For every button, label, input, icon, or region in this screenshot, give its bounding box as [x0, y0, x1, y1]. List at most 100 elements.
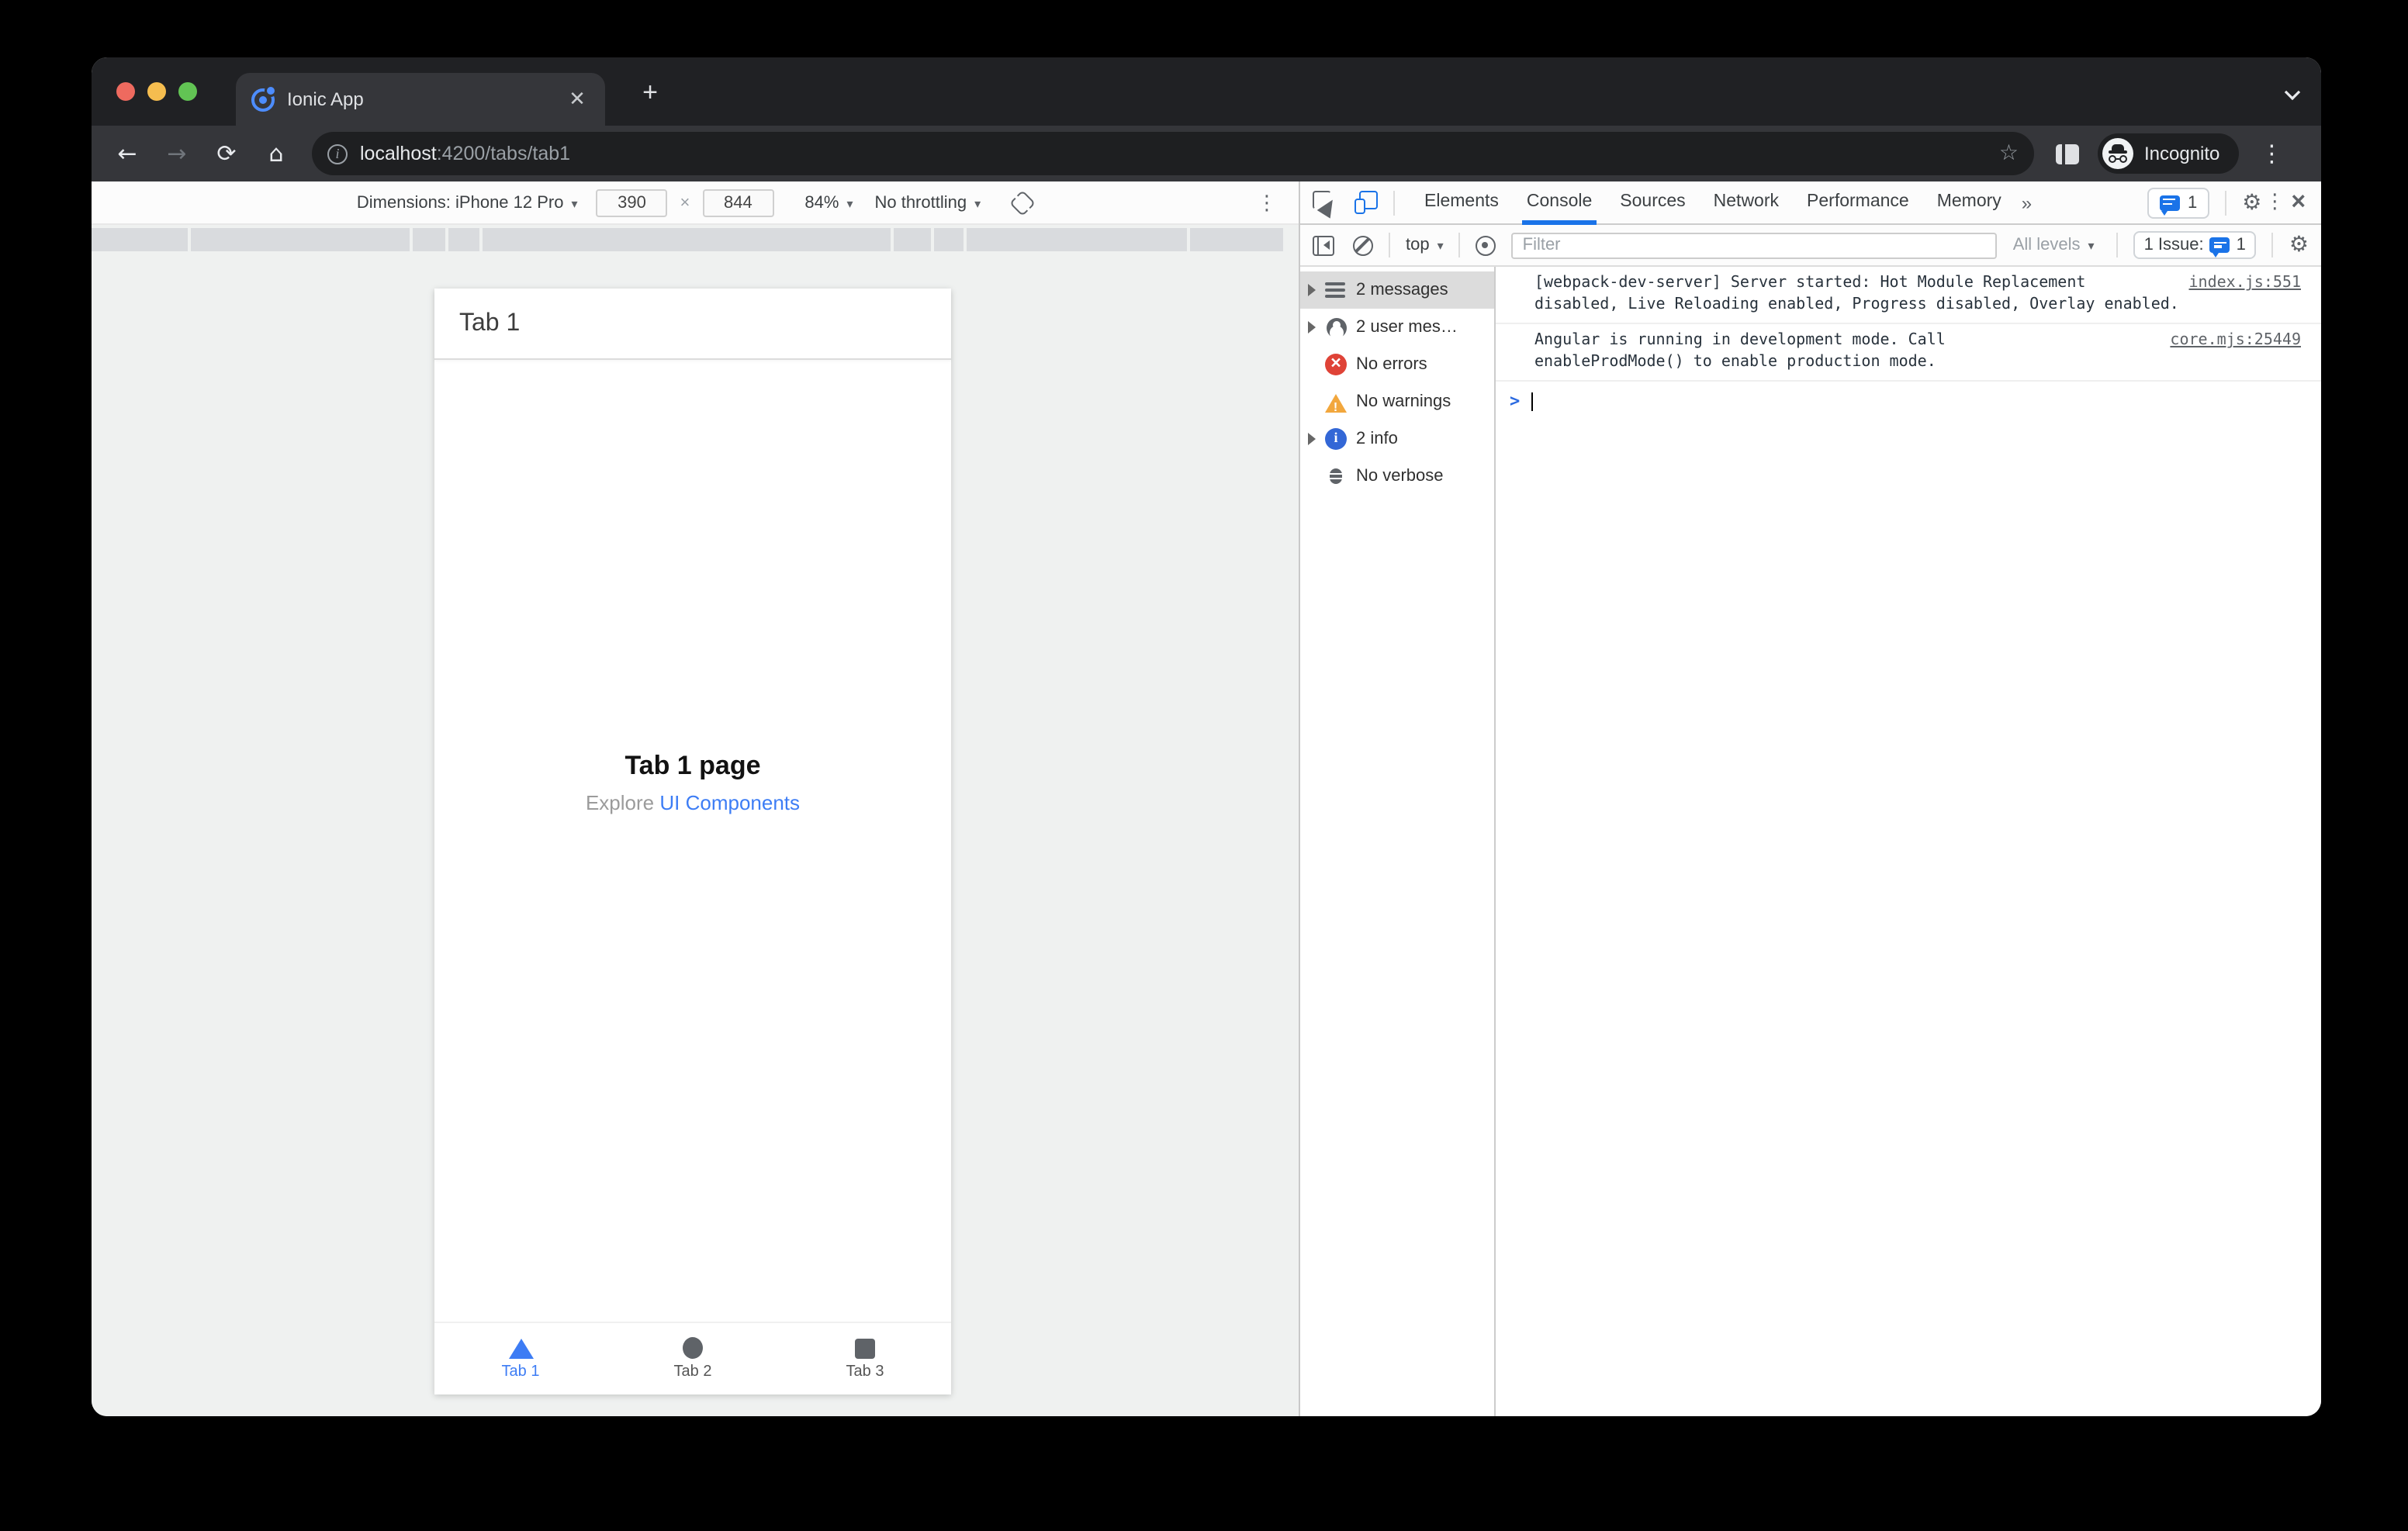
expand-caret-icon[interactable]	[1308, 433, 1322, 445]
issues-bubble-icon	[2159, 195, 2180, 215]
devtools-menu-icon[interactable]: ⋮	[2264, 191, 2285, 214]
app-tab-label: Tab 2	[673, 1363, 712, 1381]
emulated-viewport: Tab 1 Tab 1 page Explore UI Components T…	[434, 289, 951, 1394]
sidebar-item-label: 2 messages	[1356, 281, 1448, 299]
console-message[interactable]: core.mjs:25449 Angular is running in dev…	[1496, 324, 2321, 382]
sidebar-item-all-messages[interactable]: 2 messages	[1300, 271, 1494, 309]
tab-elements[interactable]: Elements	[1410, 181, 1513, 224]
clear-console-icon[interactable]	[1353, 235, 1373, 255]
issues-button[interactable]: 1	[2147, 187, 2210, 218]
app-header: Tab 1	[434, 289, 951, 360]
divider	[1458, 233, 1461, 257]
minimize-window-button[interactable]	[147, 82, 166, 101]
page-subtitle: Explore UI Components	[585, 791, 801, 814]
device-toolbar-toggle-icon[interactable]	[1354, 191, 1378, 214]
browser-menu-icon[interactable]: ⋮	[2260, 140, 2283, 168]
console-settings-gear-icon[interactable]: ⚙	[2289, 233, 2309, 257]
console-toolbar: top▾ All levels▾ 1 Issue: 1 ⚙	[1300, 225, 2321, 267]
rotate-device-icon[interactable]	[1012, 192, 1033, 213]
console-filter-input[interactable]	[1511, 232, 1998, 258]
app-tab-bar: Tab 1 Tab 2 Tab 3	[434, 1322, 951, 1394]
new-tab-button[interactable]: +	[631, 76, 669, 113]
sidebar-item-warnings[interactable]: ! No warnings	[1300, 383, 1494, 420]
expand-caret-icon[interactable]	[1308, 284, 1322, 296]
dimensions-dropdown[interactable]: Dimensions: iPhone 12 Pro ▾	[357, 193, 578, 212]
settings-gear-icon[interactable]: ⚙	[2242, 190, 2261, 215]
back-button[interactable]: ←	[107, 133, 147, 174]
divider	[1389, 233, 1390, 257]
window-controls	[116, 82, 197, 101]
tab-console[interactable]: Console	[1513, 181, 1606, 224]
dimensions-times: ×	[680, 193, 690, 212]
app-tab-1[interactable]: Tab 1	[434, 1323, 607, 1394]
device-toolbar-menu-icon[interactable]: ⋮	[1257, 192, 1277, 216]
url-path: :4200/tabs/tab1	[436, 143, 571, 164]
device-height-input[interactable]: 844	[702, 188, 774, 216]
devtools-panel: Elements Console Sources Network Perform…	[1299, 181, 2321, 1416]
divider	[2225, 190, 2227, 215]
app-header-title: Tab 1	[459, 309, 521, 336]
reload-button[interactable]: ⟳	[206, 133, 247, 174]
inspect-element-icon[interactable]	[1313, 191, 1340, 219]
tab-title: Ionic App	[287, 88, 364, 110]
throttling-dropdown[interactable]: No throttling ▾	[874, 193, 981, 212]
live-expression-eye-icon[interactable]	[1476, 235, 1496, 255]
zoom-window-button[interactable]	[178, 82, 197, 101]
triangle-icon	[508, 1338, 533, 1358]
device-width-input[interactable]: 390	[596, 188, 668, 216]
console-sidebar-toggle-icon[interactable]	[1313, 235, 1334, 255]
browser-window: Ionic App ✕ + ← → ⟳ ⌂ i localhost:4200/t…	[92, 57, 2321, 1416]
sidebar-item-info[interactable]: i 2 info	[1300, 420, 1494, 458]
media-query-bar[interactable]	[92, 228, 1283, 251]
sidebar-item-label: 2 user mes…	[1356, 318, 1458, 337]
home-button[interactable]: ⌂	[256, 133, 296, 174]
devtools-close-icon[interactable]: ×	[2288, 188, 2309, 216]
bug-icon	[1325, 465, 1347, 487]
square-icon	[855, 1338, 875, 1358]
source-link[interactable]: index.js:551	[2189, 273, 2302, 294]
console-message[interactable]: index.js:551 [webpack-dev-server] Server…	[1496, 267, 2321, 324]
tab-close-icon[interactable]: ✕	[565, 87, 590, 112]
expand-caret-icon[interactable]	[1308, 321, 1322, 334]
log-levels-dropdown[interactable]: All levels ▾	[2013, 236, 2095, 254]
error-icon: ✕	[1325, 354, 1347, 375]
bookmark-star-icon[interactable]: ☆	[1999, 141, 2019, 166]
address-bar[interactable]: i localhost:4200/tabs/tab1 ☆	[312, 132, 2034, 175]
more-tabs-icon[interactable]: »	[2015, 192, 2038, 213]
ui-components-link[interactable]: UI Components	[659, 791, 800, 814]
user-icon	[1325, 316, 1347, 338]
console-prompt[interactable]: >	[1496, 382, 2321, 411]
app-tab-3[interactable]: Tab 3	[779, 1323, 951, 1394]
issue-count: 1	[2236, 236, 2246, 254]
tab-strip: Ionic App ✕ +	[92, 57, 2321, 126]
console-sidebar: 2 messages 2 user mes… ✕ No errors ! No …	[1300, 267, 1496, 1416]
chevron-down-icon: ▾	[974, 196, 981, 210]
close-window-button[interactable]	[116, 82, 135, 101]
sidebar-item-errors[interactable]: ✕ No errors	[1300, 346, 1494, 383]
tab-network[interactable]: Network	[1700, 181, 1793, 224]
tab-memory[interactable]: Memory	[1923, 181, 2015, 224]
content-area: Dimensions: iPhone 12 Pro ▾ 390 × 844 84%…	[92, 181, 2321, 1416]
device-toolbar: Dimensions: iPhone 12 Pro ▾ 390 × 844 84%…	[92, 181, 1299, 225]
context-dropdown[interactable]: top ▾	[1406, 236, 1444, 254]
sidebar-item-user-messages[interactable]: 2 user mes…	[1300, 309, 1494, 346]
source-link[interactable]: core.mjs:25449	[2170, 330, 2301, 351]
forward-button[interactable]: →	[157, 133, 197, 174]
sidebar-item-label: No warnings	[1356, 392, 1451, 411]
screen: Ionic App ✕ + ← → ⟳ ⌂ i localhost:4200/t…	[0, 0, 2408, 1531]
info-icon: i	[1325, 428, 1347, 450]
tab-performance[interactable]: Performance	[1793, 181, 1923, 224]
site-info-icon[interactable]: i	[327, 143, 348, 164]
incognito-badge: Incognito	[2098, 133, 2239, 174]
tab-search-chevron-icon[interactable]	[2285, 84, 2299, 98]
app-tab-2[interactable]: Tab 2	[607, 1323, 779, 1394]
chevron-down-icon: ▾	[571, 196, 578, 210]
url-text[interactable]: localhost:4200/tabs/tab1	[360, 143, 1999, 164]
browser-tab[interactable]: Ionic App ✕	[236, 73, 605, 126]
sidebar-item-verbose[interactable]: No verbose	[1300, 458, 1494, 495]
zoom-dropdown[interactable]: 84% ▾	[804, 193, 853, 212]
sidebar-item-label: No verbose	[1356, 467, 1444, 486]
side-panel-icon[interactable]	[2056, 143, 2079, 164]
issue-count-button[interactable]: 1 Issue: 1	[2133, 231, 2257, 259]
tab-sources[interactable]: Sources	[1606, 181, 1699, 224]
